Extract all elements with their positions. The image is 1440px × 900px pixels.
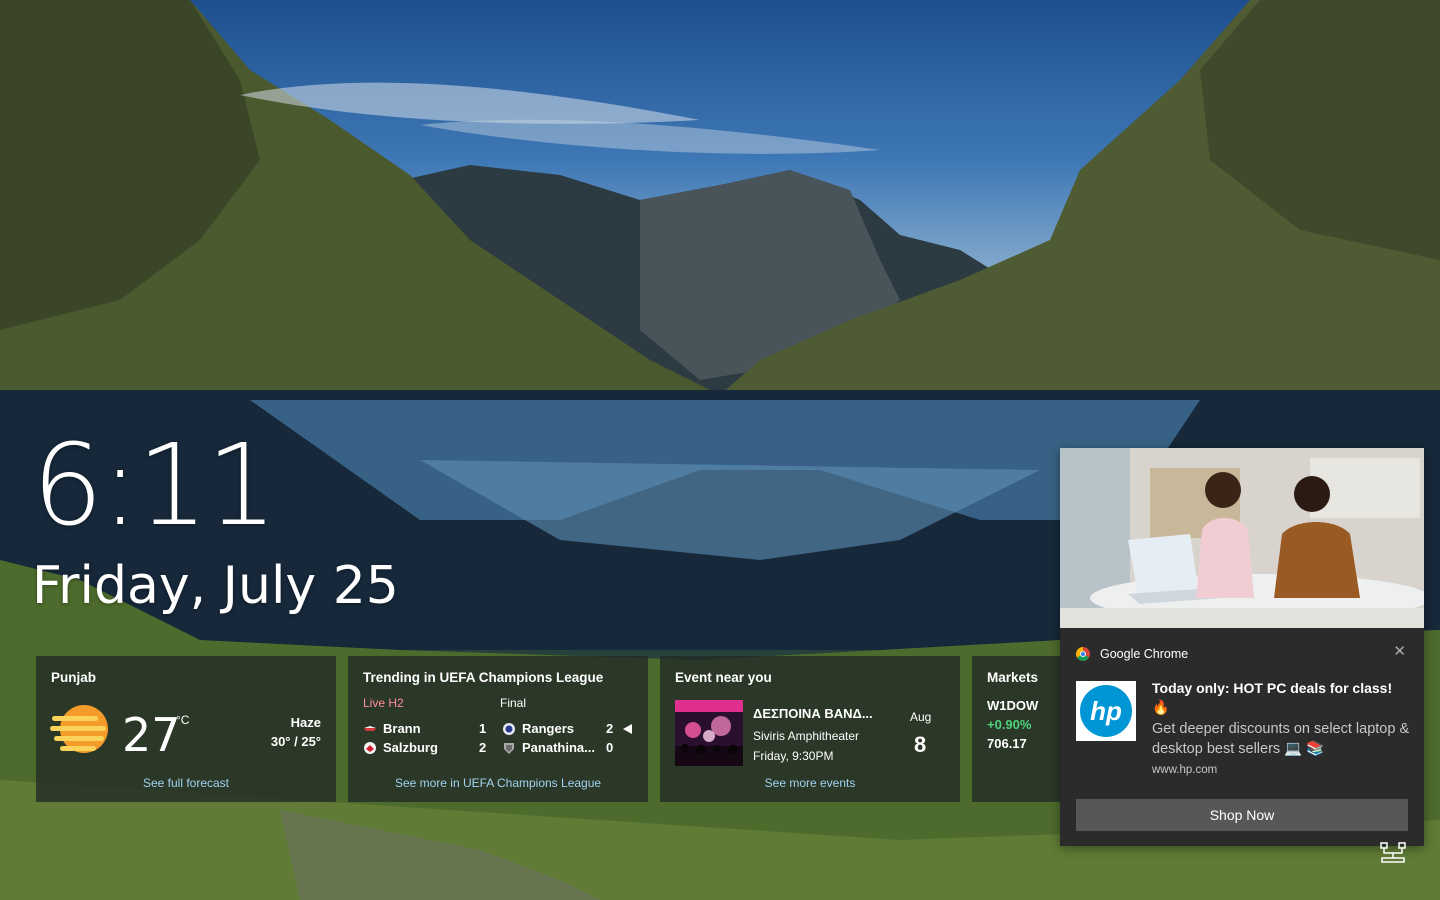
- event-name: ΔΕΣΠΟΙΝΑ ΒΑΝΔ...: [753, 706, 873, 721]
- haze-sun-icon: [50, 705, 108, 753]
- weather-unit: °C: [176, 713, 190, 727]
- match-status-final: Final: [500, 696, 527, 710]
- match-status-live: Live H2: [363, 696, 404, 710]
- team-score: 1: [479, 721, 487, 736]
- winner-indicator-icon: [623, 724, 632, 734]
- market-symbol: W1DOW: [987, 698, 1039, 713]
- chrome-icon: [1076, 647, 1090, 661]
- notification-app-name: Google Chrome: [1100, 647, 1189, 661]
- close-icon[interactable]: ✕: [1393, 642, 1406, 660]
- event-month: Aug: [910, 710, 932, 724]
- market-value: 706.17: [987, 736, 1027, 751]
- event-card[interactable]: Event near you ΔΕΣΠΟΙΝΑ ΒΑΝΔ... Siviris …: [660, 656, 960, 802]
- team-name: Brann: [383, 721, 421, 736]
- brann-crest-icon: [364, 725, 376, 731]
- rangers-crest-icon: [503, 722, 515, 735]
- team-name: Rangers: [522, 721, 575, 736]
- sports-title: Trending in UEFA Champions League: [363, 670, 604, 685]
- team-name: Salzburg: [383, 740, 438, 755]
- event-venue: Siviris Amphitheater: [753, 729, 860, 743]
- weather-condition: Haze: [290, 715, 321, 730]
- chrome-notification[interactable]: Google Chrome ✕ hp Today only: HOT PC de…: [1060, 448, 1424, 846]
- weather-location: Punjab: [51, 670, 97, 685]
- shop-now-button[interactable]: Shop Now: [1076, 799, 1408, 831]
- weather-range: 30° / 25°: [270, 734, 321, 749]
- weather-temperature: 27: [122, 708, 181, 762]
- see-more-events-link[interactable]: See more events: [660, 776, 960, 790]
- team-score: 0: [606, 740, 614, 755]
- notification-hero-image: [1060, 448, 1424, 628]
- team-panathinaikos[interactable]: Panathina...: [502, 740, 595, 755]
- team-name: Panathina...: [522, 740, 595, 755]
- notification-body: Get deeper discounts on select laptop & …: [1152, 721, 1410, 757]
- fire-emoji-icon: 🔥: [1152, 699, 1170, 715]
- hp-logo: hp: [1076, 681, 1136, 741]
- team-salzburg[interactable]: Salzburg: [363, 740, 438, 755]
- sports-card[interactable]: Trending in UEFA Champions League Live H…: [348, 656, 648, 802]
- markets-title: Markets: [987, 670, 1039, 685]
- team-score: 2: [606, 721, 614, 736]
- team-rangers[interactable]: Rangers: [502, 721, 574, 736]
- hp-logo-text: hp: [1090, 696, 1122, 726]
- see-full-forecast-link[interactable]: See full forecast: [36, 776, 336, 790]
- lockscreen-date: Friday, July 25: [32, 556, 399, 616]
- lockscreen-time: 6:11: [32, 421, 278, 551]
- weather-card[interactable]: Punjab 27 °C Haze 30° / 25° See full for…: [36, 656, 336, 802]
- event-day: 8: [914, 732, 927, 757]
- notification-headline: Today only: HOT PC deals for class!: [1152, 680, 1393, 696]
- market-change: +0.90%: [987, 717, 1032, 732]
- see-more-champions-league-link[interactable]: See more in UEFA Champions League: [348, 776, 648, 790]
- team-brann[interactable]: Brann: [363, 721, 421, 736]
- panathinaikos-crest-icon: [504, 742, 514, 754]
- salzburg-crest-icon: [364, 741, 376, 754]
- concert-thumbnail: [675, 700, 743, 766]
- event-title: Event near you: [675, 670, 772, 685]
- notification-attribution: www.hp.com: [1152, 764, 1218, 776]
- event-time: Friday, 9:30PM: [753, 749, 834, 763]
- network-icon[interactable]: [1380, 842, 1406, 864]
- team-score: 2: [479, 740, 487, 755]
- markets-card[interactable]: Markets W1DOW +0.90% 706.17: [972, 656, 1060, 802]
